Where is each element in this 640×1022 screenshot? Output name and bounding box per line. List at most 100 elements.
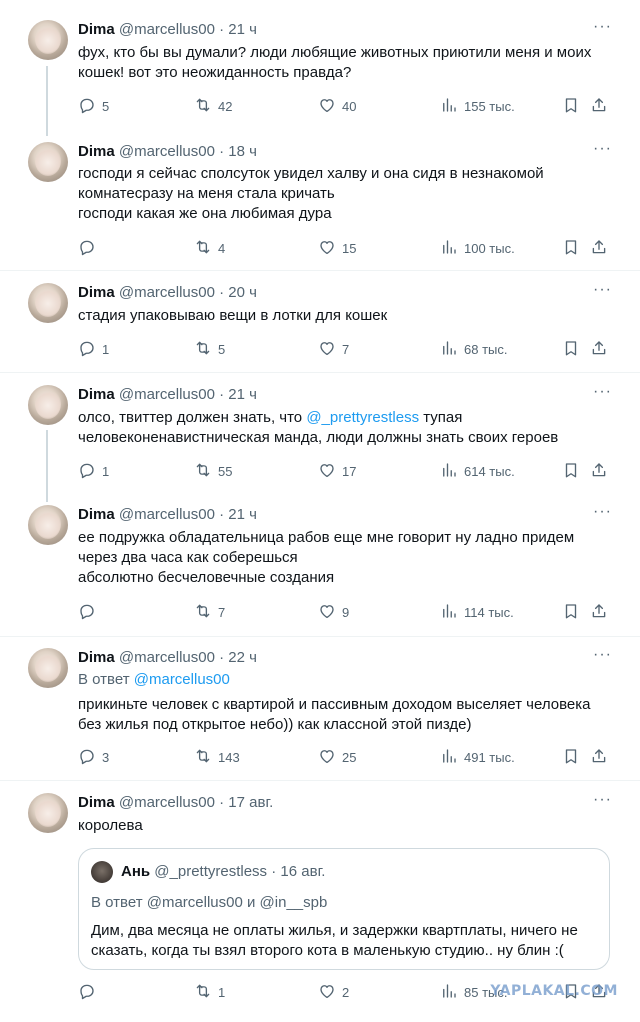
quoted-timestamp[interactable]: 16 авг. — [280, 863, 325, 880]
author-name[interactable]: Dima — [78, 21, 115, 38]
like-button[interactable]: 17 — [318, 461, 356, 481]
views-button[interactable]: 614 тыс. — [440, 461, 515, 481]
mention-link[interactable]: @_prettyrestless — [306, 409, 419, 426]
like-icon — [318, 747, 336, 768]
timestamp[interactable]: 21 ч — [228, 386, 257, 403]
like-button[interactable]: 15 — [318, 238, 356, 258]
reply-button[interactable] — [78, 238, 102, 258]
more-icon[interactable]: ··· — [593, 383, 612, 401]
quoted-author-handle[interactable]: @_prettyrestless — [154, 863, 267, 880]
retweet-button[interactable]: 4 — [194, 238, 225, 258]
avatar[interactable] — [28, 283, 68, 323]
like-button[interactable]: 7 — [318, 339, 349, 359]
share-icon — [590, 238, 608, 259]
author-name[interactable]: Dima — [78, 649, 115, 666]
avatar[interactable] — [28, 142, 68, 182]
reply-count: 3 — [102, 749, 110, 765]
bookmark-button[interactable] — [562, 339, 580, 359]
tweet-actions: 5 42 40 155 тыс. — [78, 96, 618, 116]
tweet[interactable]: Dima @marcellus00 · 20 ч ··· стадия упак… — [0, 271, 640, 372]
author-name[interactable]: Dima — [78, 386, 115, 403]
reply-button[interactable] — [78, 602, 102, 622]
author-handle[interactable]: @marcellus00 — [119, 21, 215, 38]
timestamp[interactable]: 17 авг. — [228, 794, 273, 811]
share-button[interactable] — [590, 238, 608, 258]
retweet-button[interactable]: 1 — [194, 982, 225, 1002]
more-icon[interactable]: ··· — [593, 646, 612, 664]
bookmark-button[interactable] — [562, 747, 580, 767]
share-button[interactable] — [590, 461, 608, 481]
reply-button[interactable]: 1 — [78, 461, 109, 481]
bookmark-button[interactable] — [562, 238, 580, 258]
reply-icon — [78, 747, 96, 768]
bookmark-button[interactable] — [562, 461, 580, 481]
quoted-tweet[interactable]: Ань @_prettyrestless · 16 авг. В ответ @… — [78, 848, 610, 970]
more-icon[interactable]: ··· — [593, 791, 612, 809]
more-icon[interactable]: ··· — [593, 281, 612, 299]
avatar[interactable] — [28, 385, 68, 425]
views-button[interactable]: 100 тыс. — [440, 238, 515, 258]
author-handle[interactable]: @marcellus00 — [119, 649, 215, 666]
reply-icon — [78, 461, 96, 482]
bookmark-button[interactable] — [562, 602, 580, 622]
author-name[interactable]: Dima — [78, 794, 115, 811]
quoted-avatar[interactable] — [91, 861, 113, 883]
timestamp[interactable]: 21 ч — [228, 21, 257, 38]
like-button[interactable]: 9 — [318, 602, 349, 622]
avatar[interactable] — [28, 793, 68, 833]
more-icon[interactable]: ··· — [593, 18, 612, 36]
like-button[interactable]: 25 — [318, 747, 356, 767]
avatar[interactable] — [28, 648, 68, 688]
author-handle[interactable]: @marcellus00 — [119, 386, 215, 403]
tweet[interactable]: Dima @marcellus00 · 22 ч ··· В ответ @ma… — [0, 637, 640, 780]
author-name[interactable]: Dima — [78, 284, 115, 301]
views-button[interactable]: 155 тыс. — [440, 96, 515, 116]
retweet-count: 143 — [218, 749, 240, 765]
like-button[interactable]: 2 — [318, 982, 349, 1002]
share-button[interactable] — [590, 602, 608, 622]
more-icon[interactable]: ··· — [593, 140, 612, 158]
timestamp[interactable]: 20 ч — [228, 284, 257, 301]
tweet[interactable]: Dima @marcellus00 · 21 ч ··· ее подружка… — [0, 503, 640, 636]
author-handle[interactable]: @marcellus00 — [119, 506, 215, 523]
retweet-button[interactable]: 5 — [194, 339, 225, 359]
views-button[interactable]: 68 тыс. — [440, 339, 507, 359]
reply-mention-link[interactable]: @marcellus00 — [134, 671, 230, 688]
timestamp[interactable]: 22 ч — [228, 649, 257, 666]
quoted-text-line: Дим, два месяца не оплаты жилья, и задер… — [91, 922, 578, 939]
author-name[interactable]: Dima — [78, 143, 115, 160]
retweet-button[interactable]: 143 — [194, 747, 240, 767]
avatar[interactable] — [28, 505, 68, 545]
tweet-text-line: кошек! вот это неожиданность правда? — [78, 64, 352, 81]
timestamp[interactable]: 21 ч — [228, 506, 257, 523]
like-button[interactable]: 40 — [318, 96, 356, 116]
watermark: YAPLAKAL.COM — [490, 983, 618, 999]
share-button[interactable] — [590, 96, 608, 116]
reply-button[interactable]: 1 — [78, 339, 109, 359]
views-button[interactable]: 114 тыс. — [440, 602, 514, 622]
retweet-button[interactable]: 42 — [194, 96, 232, 116]
retweet-button[interactable]: 7 — [194, 602, 225, 622]
bookmark-button[interactable] — [562, 96, 580, 116]
views-icon — [440, 461, 458, 482]
retweet-count: 4 — [218, 240, 226, 256]
tweet[interactable]: Dima @marcellus00 · 18 ч ··· господи я с… — [0, 136, 640, 270]
reply-button[interactable]: 5 — [78, 96, 109, 116]
views-button[interactable]: 491 тыс. — [440, 747, 515, 767]
quoted-author-name[interactable]: Ань — [121, 863, 150, 880]
author-handle[interactable]: @marcellus00 — [119, 794, 215, 811]
share-button[interactable] — [590, 339, 608, 359]
reply-button[interactable]: 3 — [78, 747, 109, 767]
retweet-button[interactable]: 55 — [194, 461, 232, 481]
timestamp[interactable]: 18 ч — [228, 143, 257, 160]
reply-button[interactable] — [78, 982, 102, 1002]
tweet-text-line: через два часа как соберешься — [78, 549, 298, 566]
tweet[interactable]: Dima @marcellus00 · 21 ч ··· олсо, твитт… — [0, 373, 640, 503]
author-name[interactable]: Dima — [78, 506, 115, 523]
more-icon[interactable]: ··· — [593, 503, 612, 521]
tweet[interactable]: Dima @marcellus00 · 21 ч ··· фух, кто бы… — [0, 0, 640, 136]
avatar[interactable] — [28, 20, 68, 60]
share-button[interactable] — [590, 747, 608, 767]
author-handle[interactable]: @marcellus00 — [119, 284, 215, 301]
author-handle[interactable]: @marcellus00 — [119, 143, 215, 160]
